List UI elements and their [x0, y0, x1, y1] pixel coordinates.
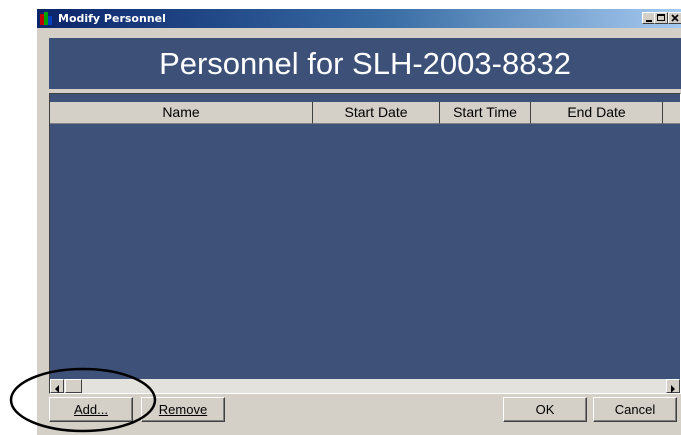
- column-header-start-date[interactable]: Start Date: [313, 102, 440, 124]
- title-bar[interactable]: Modify Personnel: [37, 9, 681, 28]
- maximize-button[interactable]: [654, 12, 668, 24]
- close-icon: [671, 14, 679, 22]
- personnel-table[interactable]: Name Start Date Start Time End Date: [49, 93, 681, 394]
- column-header-name[interactable]: Name: [50, 102, 313, 124]
- column-header-end-date[interactable]: End Date: [531, 102, 663, 124]
- cancel-button[interactable]: Cancel: [593, 397, 677, 422]
- banner-title: Personnel for SLH-2003-8832: [159, 46, 571, 81]
- arrow-right-icon: [671, 385, 675, 393]
- column-header-overflow: [663, 102, 680, 124]
- close-button[interactable]: [668, 12, 681, 24]
- window-title: Modify Personnel: [58, 12, 166, 25]
- scroll-right-button[interactable]: [666, 379, 680, 393]
- column-header-start-time[interactable]: Start Time: [440, 102, 531, 124]
- maximize-icon: [657, 14, 665, 21]
- app-icon: [40, 12, 52, 25]
- personnel-banner: Personnel for SLH-2003-8832: [49, 38, 681, 89]
- ok-button[interactable]: OK: [503, 397, 587, 422]
- annotation-ellipse: [9, 367, 157, 433]
